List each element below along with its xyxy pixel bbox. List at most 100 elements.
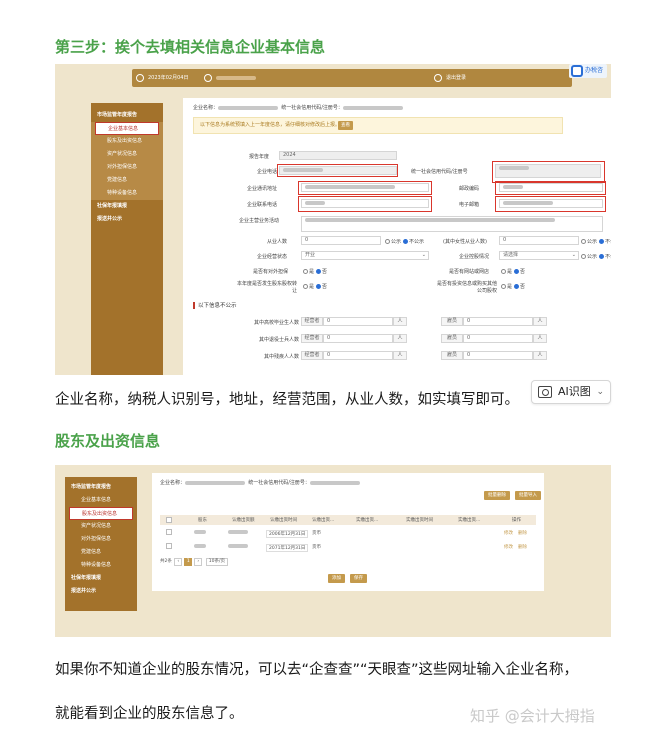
contact-phone-label: 企业联系电话 (247, 202, 278, 208)
row-checkbox[interactable] (166, 543, 172, 549)
add-button[interactable]: 添加 (328, 574, 345, 583)
highlight-box (495, 196, 606, 212)
sidebar-item-equipment[interactable]: 特种设备信息 (65, 559, 137, 572)
sidebar-item-party[interactable]: 党建信息 (91, 174, 163, 187)
veterans-label: 其中退役士兵人数 (258, 337, 299, 343)
graduates-employee-field[interactable]: 0 (463, 317, 533, 326)
highlight-box (298, 196, 432, 212)
shareholder-screenshot: 市场监管年度报告 企业基本信息 股东及出资信息 资产状况信息 对外担保信息 党建… (55, 465, 611, 637)
top-bar: 2023年02月04日 退出登录 (132, 69, 572, 87)
invest-label: 是否有投资信息或购买其他公司股权 (436, 281, 497, 294)
sidebar-group-market[interactable]: 市场监管年度报告 (91, 109, 163, 122)
female-field[interactable]: 0 (499, 236, 579, 245)
sidebar-group-submit[interactable]: 报送并公示 (91, 213, 163, 226)
guarantee-toggle[interactable]: 是否 (301, 268, 327, 275)
credit-code-label: 统一社会信用代码/注册号： (248, 480, 310, 486)
employees-field[interactable]: 0 (301, 236, 381, 245)
transfer-toggle[interactable]: 是否 (301, 283, 327, 290)
logout-icon (434, 74, 442, 82)
holding-select[interactable]: 请选择 ⌄ (499, 251, 579, 260)
email-label: 电子邮箱 (459, 202, 480, 208)
next-page-button[interactable]: › (194, 558, 203, 566)
highlight-box (298, 181, 432, 195)
sidebar-group-social[interactable]: 社保年报填报 (91, 200, 163, 213)
website-toggle[interactable]: 是否 (499, 268, 525, 275)
table-header: 股东 认缴出资额 认缴出资时间 认缴出资... 实缴出资... 实缴出资时间 实… (160, 515, 536, 525)
form-panel: 企业名称： 统一社会信用代码/注册号： 以下信息为系统预填入上一年度信息，请仔细… (183, 98, 611, 375)
sidebar-item-guarantee[interactable]: 对外担保信息 (65, 533, 137, 546)
chevron-down-icon: ⌄ (571, 252, 576, 258)
sidebar-item-guarantee[interactable]: 对外担保信息 (91, 161, 163, 174)
paragraph-result: 就能看到企业的股东信息了。 (55, 706, 244, 722)
sidebar-item-assets[interactable]: 资产状况信息 (65, 520, 137, 533)
annual-report-form-screenshot: 2023年02月04日 退出登录 办税咨 市场监管年度报告 企业基本信息 股东及… (55, 64, 611, 375)
page-size-select[interactable]: 10条/页 (205, 558, 228, 566)
scan-icon (538, 386, 552, 398)
veterans-employee-field[interactable]: 0 (463, 334, 533, 343)
step3-heading: 第三步：挨个去填相关信息企业基本信息 (55, 38, 326, 56)
sidebar-item-equipment[interactable]: 特种设备信息 (91, 187, 163, 200)
sidebar-item-shareholders[interactable]: 股东及出资信息 (91, 135, 163, 148)
save-button[interactable]: 保存 (350, 574, 367, 583)
prev-page-button[interactable]: ‹ (174, 558, 183, 566)
graduates-owner-field[interactable]: 0 (323, 317, 393, 326)
shareholder-panel: 企业名称： 统一社会信用代码/注册号： 批量删除 批量导入 股东 认缴出资额 认… (152, 473, 544, 591)
watermark: 知乎 @会计大拇指 (470, 707, 595, 725)
year-label: 报告年度 (249, 154, 270, 160)
sidebar-group-social[interactable]: 社保年报填报 (65, 572, 137, 585)
veterans-owner-field[interactable]: 0 (323, 334, 393, 343)
highlight-box (277, 164, 398, 177)
sidebar-item-party[interactable]: 党建信息 (65, 546, 137, 559)
batch-import-button[interactable]: 批量导入 (515, 491, 541, 500)
status-select[interactable]: 开业 ⌄ (301, 251, 429, 260)
guarantee-label: 是否有对外担保 (253, 269, 289, 275)
address-label: 企业通讯地址 (247, 186, 278, 192)
batch-delete-button[interactable]: 批量删除 (484, 491, 510, 500)
status-label: 企业经营状态 (257, 254, 288, 260)
credit-code-label: 统一社会信用代码/注册号： (281, 105, 343, 111)
page-button[interactable]: 1 (184, 558, 193, 566)
pagination: 共2条 ‹ 1 › 10条/页 (160, 558, 229, 566)
disabled-label: 其中残疾人人数 (263, 354, 299, 360)
paragraph-fill-info: 企业名称，纳税人识别号，地址，经营范围，从业人数，如实填写即可。 (55, 392, 519, 408)
disabled-employee-field[interactable]: 0 (463, 351, 533, 360)
edit-link[interactable]: 修改 (504, 544, 513, 550)
chevron-down-icon: ⌄ (421, 252, 426, 258)
edit-link[interactable]: 修改 (504, 530, 513, 536)
chat-icon (570, 65, 583, 77)
topbar-date: 2023年02月04日 (148, 75, 189, 81)
female-public-toggle[interactable]: 公示不公示 (579, 238, 611, 245)
highlight-box (492, 161, 605, 183)
sidebar-group-market[interactable]: 市场监管年度报告 (65, 481, 137, 494)
sidebar-group-submit[interactable]: 报送并公示 (65, 585, 137, 598)
exit-link[interactable]: 退出登录 (432, 72, 466, 84)
business-scope-field[interactable] (301, 216, 603, 232)
tax-consult-link[interactable]: 办税咨 (568, 64, 607, 78)
disabled-owner-field[interactable]: 0 (323, 351, 393, 360)
female-label: (其中女性从业人数) (443, 239, 487, 245)
paragraph-lookup: 如果你不知道企业的股东情况，可以去“企查查”“天眼查”这些网址输入企业名称， (55, 662, 579, 678)
holding-public-toggle[interactable]: 公示不公示 (579, 253, 611, 260)
select-all-checkbox[interactable] (166, 517, 172, 523)
business-scope-label: 企业主营业务活动 (239, 218, 280, 224)
sidebar-item-basic-info[interactable]: 企业基本信息 (65, 494, 137, 507)
invest-toggle[interactable]: 是否 (499, 283, 525, 290)
website-label: 是否有网站或网店 (449, 269, 490, 275)
company-name-label: 企业名称： (193, 105, 219, 111)
clock-icon (136, 74, 144, 82)
employees-public-toggle[interactable]: 公示 不公示 (383, 238, 424, 245)
nonpublic-section-header: 以下信息不公示 (193, 301, 237, 309)
ai-image-recognition-button[interactable]: AI识图 ⌄ (531, 380, 611, 404)
delete-link[interactable]: 删除 (518, 530, 527, 536)
sidebar-item-basic-info[interactable]: 企业基本信息 (95, 122, 159, 135)
graduates-label: 其中高校毕业生人数 (253, 320, 299, 326)
year-field[interactable]: 2024 (279, 151, 397, 160)
chevron-down-icon: ⌄ (596, 387, 604, 397)
sidebar: 市场监管年度报告 企业基本信息 股东及出资信息 资产状况信息 对外担保信息 党建… (65, 477, 137, 611)
delete-link[interactable]: 删除 (518, 544, 527, 550)
sidebar-item-shareholders[interactable]: 股东及出资信息 (69, 507, 133, 520)
row-checkbox[interactable] (166, 529, 172, 535)
view-button[interactable]: 查看 (338, 121, 353, 130)
employees-label: 从业人数 (267, 239, 288, 245)
sidebar-item-assets[interactable]: 资产状况信息 (91, 148, 163, 161)
